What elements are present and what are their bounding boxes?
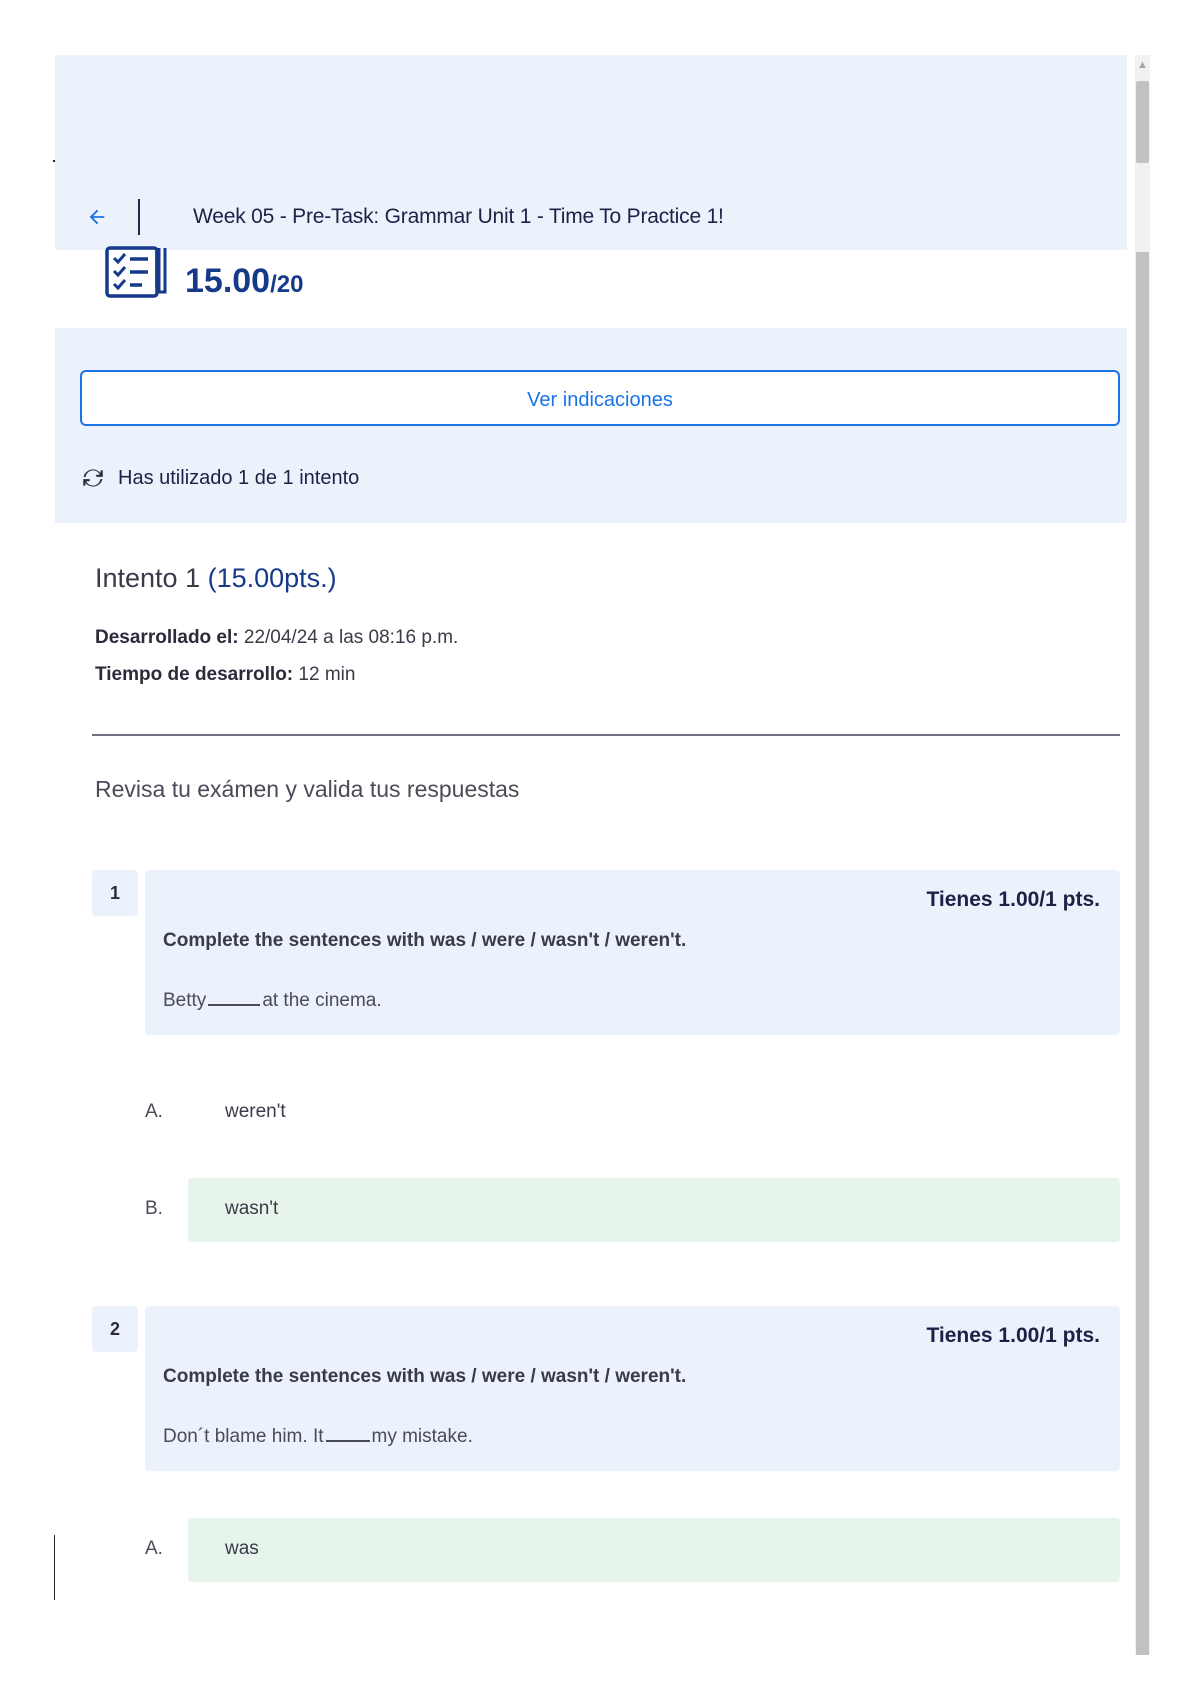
option-text: weren't bbox=[225, 1101, 286, 1122]
score-obtained: 15.00 bbox=[185, 262, 271, 300]
developed-label: Desarrollado el: bbox=[95, 627, 239, 648]
answer-option-selected[interactable]: wasn't bbox=[188, 1178, 1120, 1242]
sentence-start: Don´t blame him. It bbox=[163, 1426, 324, 1447]
attempt-points: (15.00pts.) bbox=[207, 563, 337, 593]
sentence-start: Betty bbox=[163, 990, 207, 1011]
answer-option-selected[interactable]: was bbox=[188, 1518, 1120, 1582]
scrollbar-thumb[interactable] bbox=[1136, 81, 1149, 163]
refresh-icon bbox=[83, 469, 103, 487]
developed-date: Desarrollado el: 22/04/24 a las 08:16 p.… bbox=[95, 627, 458, 649]
question-number: 1 bbox=[92, 870, 138, 916]
sentence-end: at the cinema. bbox=[262, 990, 382, 1011]
option-text: wasn't bbox=[225, 1198, 279, 1219]
developed-value: 22/04/24 a las 08:16 p.m. bbox=[243, 627, 459, 648]
score-value: 15.00/20 bbox=[185, 262, 303, 301]
development-time: Tiempo de desarrollo: 12 min bbox=[95, 664, 355, 686]
question-instruction: Complete the sentences with was / were /… bbox=[163, 1366, 687, 1387]
time-value: 12 min bbox=[298, 664, 356, 685]
option-text: was bbox=[225, 1538, 259, 1559]
question-instruction: Complete the sentences with was / were /… bbox=[163, 930, 687, 951]
checklist-icon bbox=[105, 246, 167, 298]
exam-review-page: Week 05 - Pre-Task: Grammar Unit 1 - Tim… bbox=[55, 55, 1150, 1655]
page-title: Week 05 - Pre-Task: Grammar Unit 1 - Tim… bbox=[193, 205, 724, 228]
question-sentence: Betty at the cinema. bbox=[163, 990, 382, 1012]
score-row: 15.00/20 bbox=[55, 246, 1127, 323]
header-divider bbox=[138, 199, 140, 235]
scroll-up-icon[interactable]: ▲ bbox=[1135, 59, 1150, 75]
scrollbar-track[interactable] bbox=[1136, 252, 1149, 1655]
view-instructions-button[interactable]: Ver indicaciones bbox=[80, 370, 1120, 426]
sentence-end: my mistake. bbox=[371, 1426, 473, 1447]
review-heading: Revisa tu exámen y valida tus respuestas bbox=[95, 776, 520, 802]
question-score: Tienes 1.00/1 pts. bbox=[926, 1324, 1100, 1347]
question-number: 2 bbox=[92, 1306, 138, 1352]
back-button[interactable] bbox=[83, 203, 111, 231]
scrollbar[interactable]: ▲ bbox=[1135, 55, 1150, 1655]
arrow-left-icon bbox=[89, 209, 105, 225]
answer-blank bbox=[208, 1004, 261, 1006]
info-panel: Ver indicaciones Has utilizado 1 de 1 in… bbox=[55, 328, 1127, 523]
section-divider bbox=[92, 734, 1120, 736]
attempt-title: Intento 1 (15.00pts.) bbox=[95, 563, 337, 594]
time-label: Tiempo de desarrollo: bbox=[95, 664, 294, 685]
question-sentence: Don´t blame him. It my mistake. bbox=[163, 1426, 473, 1448]
answer-blank bbox=[325, 1440, 370, 1442]
attempt-label: Intento 1 bbox=[95, 563, 201, 593]
answer-option[interactable]: weren't bbox=[188, 1081, 1120, 1145]
option-letter: B. bbox=[145, 1198, 163, 1219]
attempts-text: Has utilizado 1 de 1 intento bbox=[118, 466, 360, 489]
question-score: Tienes 1.00/1 pts. bbox=[926, 888, 1100, 911]
option-letter: A. bbox=[145, 1538, 163, 1559]
question-card: Tienes 1.00/1 pts. Complete the sentence… bbox=[145, 1306, 1120, 1471]
attempts-row: Has utilizado 1 de 1 intento bbox=[80, 463, 359, 493]
header-bar: Week 05 - Pre-Task: Grammar Unit 1 - Tim… bbox=[55, 185, 1127, 250]
question-card: Tienes 1.00/1 pts. Complete the sentence… bbox=[145, 870, 1120, 1035]
option-letter: A. bbox=[145, 1101, 163, 1122]
score-total: /20 bbox=[270, 271, 304, 298]
header-band: Week 05 - Pre-Task: Grammar Unit 1 - Tim… bbox=[55, 55, 1127, 250]
